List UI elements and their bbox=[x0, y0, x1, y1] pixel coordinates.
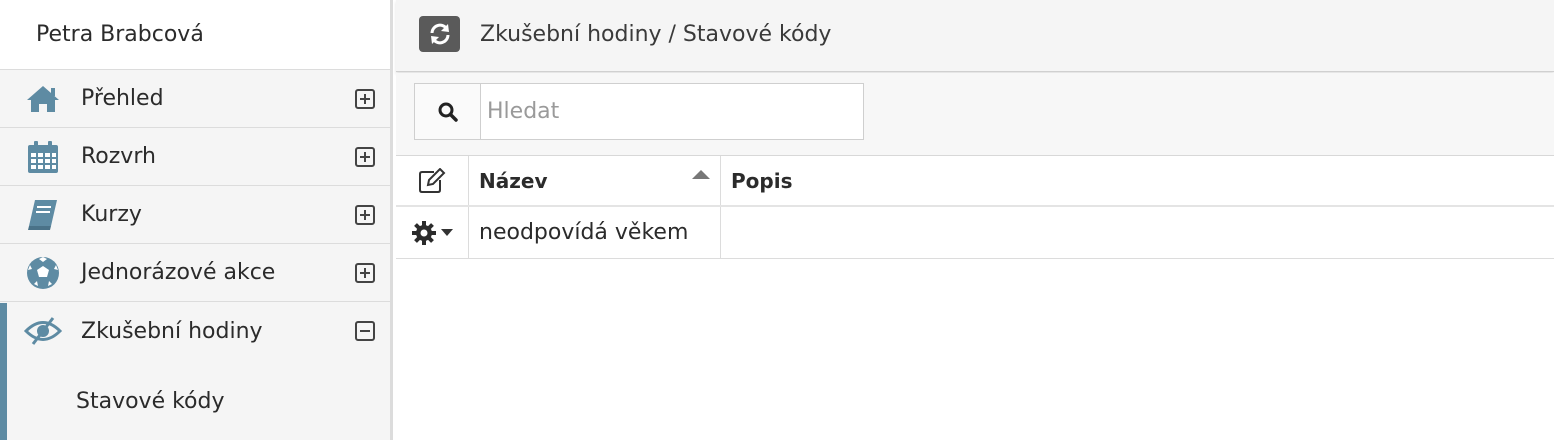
sidebar-item-jednorazove-akce[interactable]: Jednorázové akce bbox=[0, 244, 390, 302]
expand-icon[interactable] bbox=[355, 147, 375, 167]
breadcrumb: Zkušební hodiny / Stavové kódy bbox=[480, 22, 832, 47]
sidebar-item-kurzy[interactable]: Kurzy bbox=[0, 186, 390, 244]
expand-icon[interactable] bbox=[355, 263, 375, 283]
refresh-icon bbox=[430, 23, 449, 45]
sidebar-item-label: Přehled bbox=[81, 86, 164, 111]
expand-icon[interactable] bbox=[355, 205, 375, 225]
toolbar bbox=[396, 73, 1554, 155]
search-button[interactable] bbox=[415, 84, 481, 139]
home-icon bbox=[24, 82, 62, 116]
eye-slash-icon bbox=[24, 314, 62, 348]
active-indicator bbox=[0, 303, 7, 440]
sidebar-item-label: Rozvrh bbox=[81, 144, 156, 169]
edit-icon bbox=[419, 167, 446, 193]
sidebar-item-prehled[interactable]: Přehled bbox=[0, 70, 390, 128]
sidebar-item-rozvrh[interactable]: Rozvrh bbox=[0, 128, 390, 186]
collapse-icon[interactable] bbox=[355, 321, 375, 341]
soccer-ball-icon bbox=[24, 256, 62, 290]
gear-icon bbox=[412, 220, 436, 245]
data-table: Název Popis neodpovídá věkem bbox=[396, 155, 1554, 259]
edit-column-header[interactable] bbox=[396, 156, 469, 205]
user-name: Petra Brabcová bbox=[0, 0, 390, 70]
refresh-button[interactable] bbox=[419, 16, 460, 52]
page-header: Zkušební hodiny / Stavové kódy bbox=[396, 0, 1554, 72]
table-row: neodpovídá věkem bbox=[396, 207, 1554, 259]
row-actions-dropdown[interactable] bbox=[396, 207, 469, 258]
cell-description bbox=[721, 207, 1554, 258]
sort-ascending-icon bbox=[692, 170, 710, 179]
sidebar-subitem-label: Stavové kódy bbox=[76, 389, 225, 414]
column-header-nazev[interactable]: Název bbox=[469, 156, 721, 205]
sidebar: Petra Brabcová Přehled Rozvrh Kurzy Jedn… bbox=[0, 0, 393, 440]
search-icon bbox=[438, 102, 458, 122]
column-header-label: Popis bbox=[731, 168, 793, 193]
sidebar-item-zkusebni-hodiny[interactable]: Zkušební hodiny bbox=[0, 302, 390, 360]
sidebar-subitem-stavove-kody[interactable]: Stavové kódy bbox=[0, 361, 393, 440]
sidebar-item-label: Jednorázové akce bbox=[81, 260, 276, 285]
search-box bbox=[414, 83, 864, 140]
expand-icon[interactable] bbox=[355, 89, 375, 109]
sidebar-item-label: Kurzy bbox=[81, 202, 142, 227]
sidebar-item-label: Zkušební hodiny bbox=[81, 318, 263, 344]
calendar-icon bbox=[24, 140, 62, 174]
chevron-down-icon bbox=[441, 229, 453, 236]
search-input[interactable] bbox=[481, 84, 863, 139]
book-icon bbox=[24, 198, 62, 232]
cell-name: neodpovídá věkem bbox=[469, 207, 721, 258]
column-header-label: Název bbox=[479, 168, 548, 193]
table-header: Název Popis bbox=[396, 155, 1554, 207]
column-header-popis[interactable]: Popis bbox=[721, 156, 1554, 205]
